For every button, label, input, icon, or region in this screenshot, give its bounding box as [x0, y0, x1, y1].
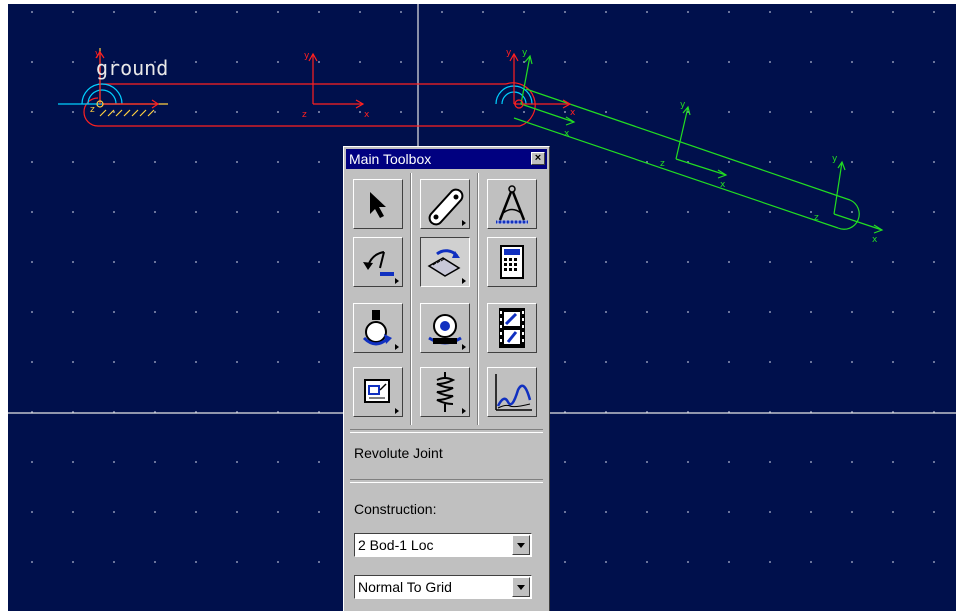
orientation-select-value: Normal To Grid: [358, 579, 452, 595]
rotation-motion-icon: [362, 310, 399, 350]
column-separator: [477, 173, 479, 425]
svg-text:y: y: [304, 51, 310, 61]
svg-text:x: x: [720, 180, 726, 190]
plot-tool-button[interactable]: [487, 367, 537, 417]
view-tool-button[interactable]: [420, 303, 470, 353]
toolbox-titlebar[interactable]: Main Toolbox ×: [346, 149, 547, 169]
toolbox-title: Main Toolbox: [349, 151, 432, 167]
film-strip-icon: [499, 308, 525, 348]
toolbox-divider: [350, 479, 543, 483]
select-tool-button[interactable]: [353, 179, 403, 229]
plot-curve-icon: [495, 374, 532, 411]
animation-tool-button[interactable]: [487, 303, 537, 353]
part-tool-button[interactable]: [420, 179, 470, 229]
construction-label: Construction:: [354, 501, 437, 517]
undo-arrow-icon: [363, 251, 399, 284]
joint-tool-button[interactable]: [420, 237, 470, 287]
compass-icon: [496, 185, 528, 224]
svg-text:x: x: [570, 108, 576, 118]
spring-icon: [436, 372, 466, 414]
construction-select[interactable]: 2 Bod-1 Loc: [354, 533, 532, 557]
chevron-down-icon[interactable]: [512, 535, 530, 555]
toolbox-divider: [350, 429, 543, 433]
svg-text:x: x: [364, 110, 370, 120]
main-toolbox[interactable]: Main Toolbox × Revolute Joint Constructi…: [343, 146, 550, 611]
arrow-pointer-icon: [370, 192, 386, 218]
column-separator: [410, 173, 412, 425]
link-part-icon: [428, 188, 466, 226]
spring-tool-button[interactable]: [420, 367, 470, 417]
svg-text:y: y: [522, 48, 528, 58]
chevron-down-icon[interactable]: [512, 577, 530, 597]
close-button[interactable]: ×: [531, 152, 545, 165]
svg-text:y: y: [680, 100, 686, 110]
calculator-icon: [500, 245, 524, 279]
dialog-box-icon: [364, 379, 399, 414]
svg-text:z: z: [660, 159, 665, 169]
svg-text:x: x: [564, 129, 570, 139]
camera-rotate-icon: [428, 314, 466, 350]
dialog-tool-button[interactable]: [353, 367, 403, 417]
orientation-select[interactable]: Normal To Grid: [354, 575, 532, 599]
ground-label: ground: [96, 56, 168, 80]
svg-text:y: y: [506, 48, 512, 58]
svg-text:z: z: [90, 105, 95, 115]
svg-text:z: z: [302, 110, 307, 120]
svg-text:x: x: [872, 235, 878, 245]
undo-tool-button[interactable]: [353, 237, 403, 287]
link-cm-marker: y x z: [660, 100, 728, 190]
motion-tool-button[interactable]: [353, 303, 403, 353]
hinge-icon: [427, 249, 466, 284]
calculator-tool-button[interactable]: [487, 237, 537, 287]
link-part[interactable]: [513, 88, 860, 230]
construction-select-value: 2 Bod-1 Loc: [358, 537, 434, 553]
current-tool-label: Revolute Joint: [354, 445, 443, 461]
svg-text:z: z: [814, 213, 819, 223]
measure-tool-button[interactable]: [487, 179, 537, 229]
svg-text:y: y: [832, 154, 838, 164]
